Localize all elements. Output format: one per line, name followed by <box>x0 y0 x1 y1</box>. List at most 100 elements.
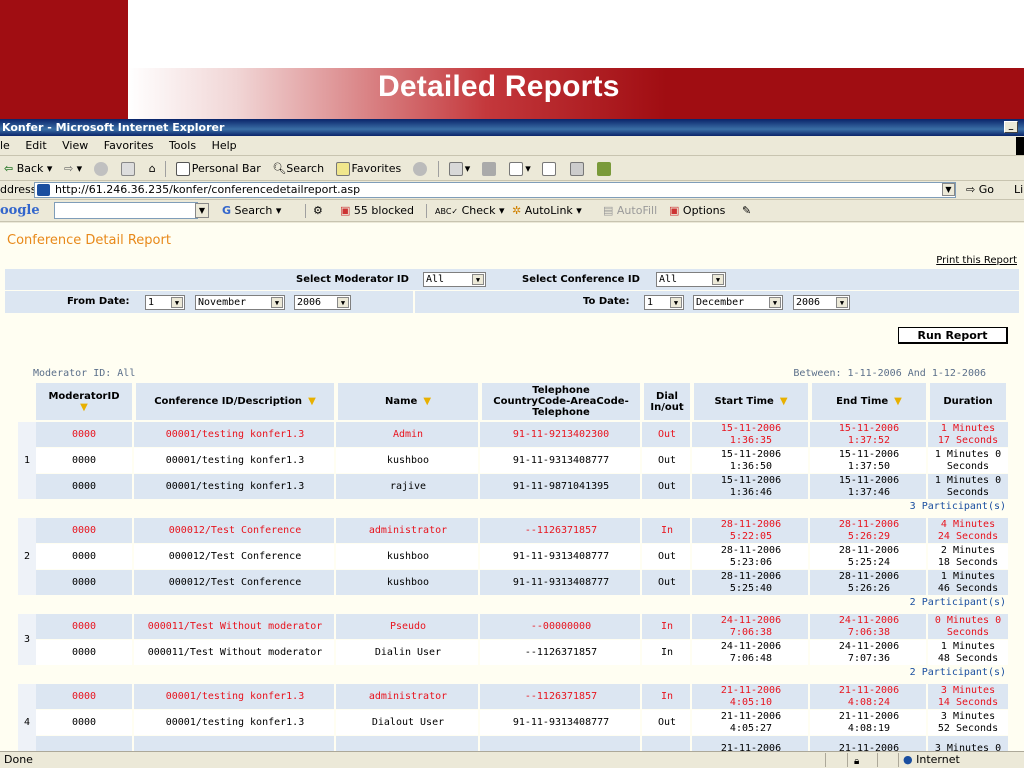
sort-arrow-icon[interactable]: ▼ <box>780 396 788 407</box>
cell-divider <box>478 544 480 569</box>
cell-name <box>338 736 478 751</box>
google-search-input[interactable] <box>54 202 198 219</box>
cell-end-time: 21-11-2006 4:08:24 <box>838 684 900 708</box>
cell-divider <box>478 710 480 735</box>
discuss-icon <box>542 162 557 176</box>
column-header-conference[interactable]: Conference ID/Description ▼ <box>136 383 334 420</box>
cell-conference: 00001/testing konfer1.3 <box>165 716 305 728</box>
cell-name: kushboo <box>386 576 430 588</box>
media-button[interactable] <box>409 156 433 181</box>
cell-divider <box>640 518 642 543</box>
autofill-button[interactable]: ▤ AutoFill <box>603 200 657 222</box>
column-header-label: Conference ID/Description <box>154 396 303 407</box>
autolink-label: AutoLink <box>524 204 573 217</box>
cell-divider <box>926 474 928 499</box>
chevron-down-icon: ▼ <box>836 297 848 308</box>
highlight-icon[interactable]: ✎ <box>742 200 751 222</box>
favorites-button[interactable]: Favorites <box>332 156 406 181</box>
cell-start-time: 21-11-2006 <box>720 742 782 752</box>
cell-divider <box>690 684 692 709</box>
cell-divider <box>808 570 810 595</box>
cell-end-time: 28-11-2006 5:25:24 <box>838 544 900 568</box>
back-button[interactable]: ⇦ Back ▾ <box>0 156 56 181</box>
cell-telephone: 91-11-9313408777 <box>512 716 610 728</box>
discuss-button[interactable] <box>538 156 562 181</box>
to-date-label: To Date: <box>583 296 630 307</box>
address-dropdown-button[interactable]: ▼ <box>942 183 955 196</box>
cell-divider <box>132 474 134 499</box>
column-header-name[interactable]: Name ▼ <box>338 383 478 420</box>
column-header-start-time[interactable]: Start Time ▼ <box>694 383 808 420</box>
pagerank-icon[interactable]: ⚙︎ <box>313 200 323 222</box>
menu-favorites[interactable]: Favorites <box>98 136 160 156</box>
cell-duration: 1 Minutes 48 Seconds <box>937 640 999 664</box>
sort-arrow-icon[interactable]: ▼ <box>894 396 902 407</box>
cell-moderator-id: 0000 <box>71 716 97 728</box>
refresh-button[interactable] <box>117 156 141 181</box>
menu-file[interactable]: le <box>0 136 16 156</box>
messenger-icon <box>597 162 612 176</box>
stop-button[interactable] <box>90 156 114 181</box>
filter-row-dates: From Date: 1 ▼ November ▼ 2006 ▼ To Date: 1… <box>5 291 1019 313</box>
toolbar-separator <box>305 204 306 218</box>
cell-name: administrator <box>368 690 448 702</box>
cell-name: rajive <box>389 480 427 492</box>
slide-red-block <box>0 0 128 119</box>
spell-check-button[interactable]: ABC✓ Check ▾ <box>435 200 504 223</box>
run-report-button[interactable]: Run Report <box>898 327 1008 344</box>
cell-conference: 00001/testing konfer1.3 <box>165 454 305 466</box>
column-header-end-time[interactable]: End Time ▼ <box>812 383 926 420</box>
google-search-button[interactable]: G Search ▾ <box>222 200 281 222</box>
from-month-select[interactable]: November ▼ <box>195 295 285 310</box>
cell-moderator-id: 0000 <box>71 646 97 658</box>
conference-select[interactable]: All ▼ <box>656 272 726 287</box>
home-button[interactable]: ⌂ <box>145 156 160 181</box>
from-year-select[interactable]: 2006 ▼ <box>294 295 351 310</box>
messenger-button[interactable] <box>593 156 617 181</box>
sort-arrow-icon[interactable]: ▼ <box>80 402 88 413</box>
forward-button[interactable]: ⇨ ▾ <box>60 156 86 181</box>
from-day-select[interactable]: 1 ▼ <box>145 295 185 310</box>
menu-help[interactable]: Help <box>206 136 243 156</box>
cell-end-time: 21-11-2006 4:08:19 <box>838 710 900 734</box>
column-header-moderator-id[interactable]: ModeratorID ▼ <box>36 383 132 420</box>
conference-select-value: All <box>659 274 678 285</box>
sort-arrow-icon[interactable]: ▼ <box>308 396 316 407</box>
print-report-link[interactable]: Print this Report <box>936 255 1017 266</box>
search-button[interactable]: 🔍︎Search <box>268 156 328 181</box>
to-day-select[interactable]: 1 ▼ <box>644 295 684 310</box>
autolink-button[interactable]: ✲ AutoLink ▾ <box>512 200 582 222</box>
to-month-select[interactable]: December ▼ <box>693 295 783 310</box>
options-button[interactable]: ▣ Options <box>669 200 725 222</box>
minimize-button[interactable]: _ <box>1004 121 1018 133</box>
links-button[interactable]: Li <box>1014 181 1023 199</box>
cell-telephone: 91-11-9313408777 <box>512 454 610 466</box>
cell-telephone: 91-11-9871041395 <box>512 480 610 492</box>
cell-divider <box>478 474 480 499</box>
menu-view[interactable]: View <box>56 136 94 156</box>
menu-tools[interactable]: Tools <box>163 136 202 156</box>
edit-button[interactable]: ▾ <box>505 156 535 181</box>
address-input[interactable]: http://61.246.36.235/konfer/conferencede… <box>34 182 956 198</box>
sort-arrow-icon[interactable]: ▼ <box>423 396 431 407</box>
to-year-select[interactable]: 2006 ▼ <box>793 295 850 310</box>
moderator-select[interactable]: All ▼ <box>423 272 486 287</box>
date-range-info: Between: 1-11-2006 And 1-12-2006 <box>793 368 986 379</box>
spellcheck-icon: ABC✓ <box>435 207 459 216</box>
print-button[interactable] <box>478 156 502 181</box>
cell-end-time: 15-11-2006 1:37:46 <box>838 474 900 498</box>
research-button[interactable] <box>566 156 590 181</box>
go-button[interactable]: ⇨ Go <box>966 181 994 199</box>
google-logo[interactable]: oogle <box>0 200 40 222</box>
check-label: Check <box>461 204 496 217</box>
menu-edit[interactable]: Edit <box>19 136 52 156</box>
cell-telephone <box>482 736 640 751</box>
personal-bar-button[interactable]: Personal Bar <box>172 156 265 181</box>
autolink-icon: ✲ <box>512 204 522 217</box>
status-pane <box>877 753 897 767</box>
toolbar-separator <box>165 161 167 177</box>
history-button[interactable]: ▾ <box>445 156 475 181</box>
popup-blocker-button[interactable]: ▣ 55 blocked <box>340 200 414 222</box>
cell-start-time: 28-11-2006 5:23:06 <box>720 544 782 568</box>
google-dropdown-button[interactable]: ▼ <box>195 203 209 218</box>
